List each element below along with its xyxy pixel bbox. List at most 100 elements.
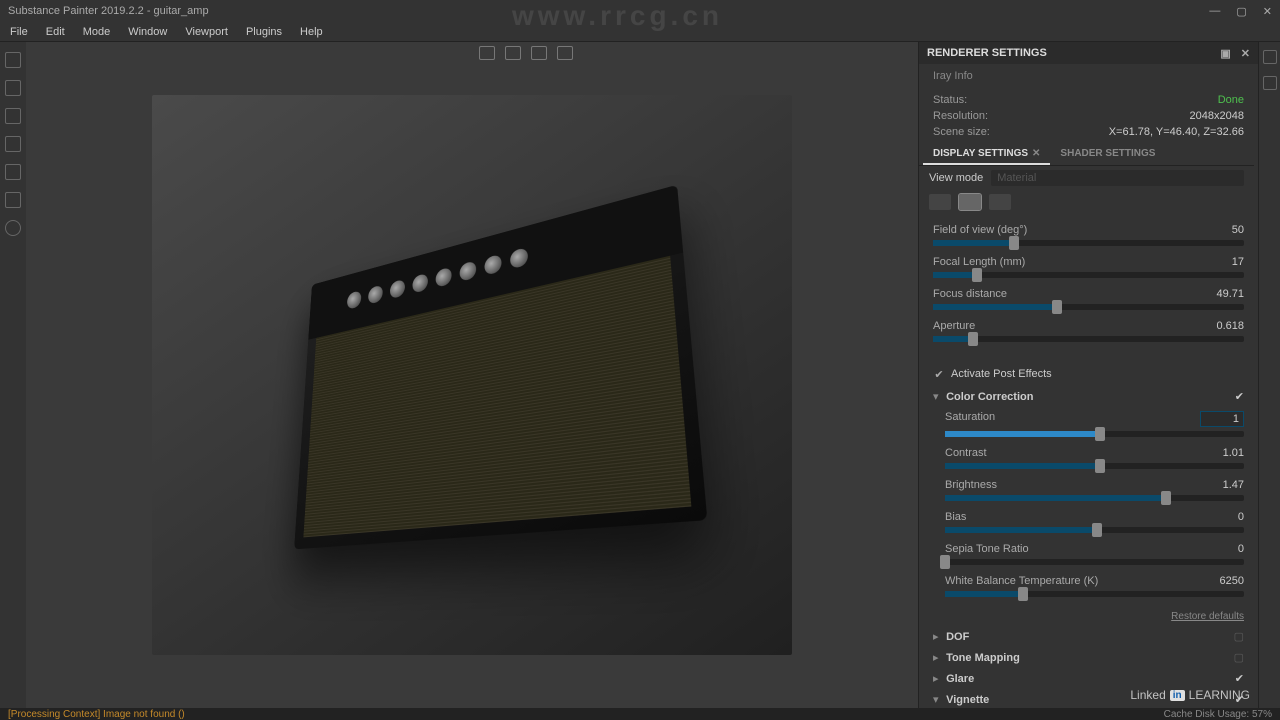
slider-track[interactable] [933,304,1244,310]
slider-track[interactable] [945,527,1244,533]
right-dock-bar [1258,42,1280,708]
slider-saturation: Saturation1 [945,411,1244,437]
tool-icon[interactable] [5,80,21,96]
slider-sepia-tone-ratio: Sepia Tone Ratio 0 [945,543,1244,565]
slider-value[interactable]: 17 [1200,256,1244,268]
menu-file[interactable]: File [6,24,32,40]
slider-value[interactable]: 0 [1200,543,1244,555]
viewport-3d[interactable] [26,42,918,708]
menu-window[interactable]: Window [124,24,171,40]
slider-thumb[interactable] [940,555,950,569]
group-enabled-box[interactable]: ▢ [1234,651,1244,664]
slider-value[interactable]: 1.01 [1200,447,1244,459]
slider-track[interactable] [945,431,1244,437]
window-title: Substance Painter 2019.2.2 - guitar_amp [8,5,209,17]
slider-thumb[interactable] [1009,236,1019,250]
viewport-icon[interactable] [531,46,547,60]
slider-thumb[interactable] [1095,459,1105,473]
tab-shader-settings[interactable]: SHADER SETTINGS [1050,144,1165,165]
group-enabled-check-icon[interactable]: ✔ [1235,390,1244,403]
activate-post-effects-checkbox[interactable]: ✔ Activate Post Effects [933,362,1244,386]
check-icon: ✔ [933,368,945,380]
status-bar: [Processing Context] Image not found () … [0,708,1280,720]
dock-icon[interactable] [1263,50,1277,64]
slider-label: Contrast [945,447,987,459]
tool-icon[interactable] [5,108,21,124]
slider-value[interactable]: 50 [1200,224,1244,236]
viewmode-select[interactable]: Material [991,170,1244,186]
menu-viewport[interactable]: Viewport [181,24,232,40]
group-dof[interactable]: ▸ DOF ▢ [933,626,1244,647]
panel-popup-icon[interactable]: ▣ [1220,47,1230,60]
slider-thumb[interactable] [972,268,982,282]
slider-thumb[interactable] [968,332,978,346]
restore-defaults-button[interactable]: Restore defaults [933,607,1244,626]
slider-thumb[interactable] [1092,523,1102,537]
dock-icon[interactable] [1263,76,1277,90]
tool-icon[interactable] [5,52,21,68]
chevron-down-icon: ▾ [933,390,943,403]
slider-thumb[interactable] [1052,300,1062,314]
slider-brightness: Brightness1.47 [945,479,1244,501]
tool-icon[interactable] [5,220,21,236]
amp-mesh [294,185,707,550]
tool-icon[interactable] [5,164,21,180]
slider-label: Sepia Tone Ratio [945,543,1029,555]
viewmode-label: View mode [929,172,983,184]
chevron-right-icon: ▸ [933,672,943,685]
group-enabled-box[interactable]: ▢ [1234,630,1244,643]
renderer-settings-title: RENDERER SETTINGS [927,47,1047,59]
slider-value[interactable]: 6250 [1200,575,1244,587]
group-tone-mapping[interactable]: ▸ Tone Mapping ▢ [933,647,1244,668]
camera-settings-icon[interactable] [959,194,981,210]
resolution-value: 2048x2048 [1190,110,1244,122]
camera-icon[interactable] [557,46,573,60]
slider-value[interactable]: 1.47 [1200,479,1244,491]
close-button[interactable]: ✕ [1263,5,1272,18]
tab-close-icon[interactable]: ✕ [1032,148,1040,159]
status-warning: [Processing Context] Image not found () [8,709,185,720]
tab-display-settings[interactable]: DISPLAY SETTINGS✕ [923,144,1050,165]
maximize-button[interactable]: ▢ [1236,5,1246,18]
slider-track[interactable] [945,559,1244,565]
slider-value[interactable]: 0.618 [1200,320,1244,332]
group-glare[interactable]: ▸ Glare ✔ [933,668,1244,689]
slider-track[interactable] [945,495,1244,501]
minimize-button[interactable]: — [1209,5,1220,18]
menu-mode[interactable]: Mode [79,24,115,40]
panel-close-icon[interactable]: ✕ [1241,47,1250,60]
slider-value[interactable]: 0 [1200,511,1244,523]
chevron-right-icon: ▸ [933,651,943,664]
slider-value[interactable]: 49.71 [1200,288,1244,300]
menu-edit[interactable]: Edit [42,24,69,40]
viewport-icon[interactable] [479,46,495,60]
slider-track[interactable] [933,272,1244,278]
slider-label: Bias [945,511,966,523]
viewport-icon[interactable] [505,46,521,60]
group-color-correction[interactable]: ▾ Color Correction ✔ [933,386,1244,407]
scenesize-value: X=61.78, Y=46.40, Z=32.66 [1109,126,1244,138]
slider-white-balance-temperature-k-: White Balance Temperature (K)6250 [945,575,1244,597]
menu-help[interactable]: Help [296,24,327,40]
slider-track[interactable] [945,591,1244,597]
slider-track[interactable] [945,463,1244,469]
chevron-down-icon: ▾ [933,693,943,706]
slider-value[interactable]: 1 [1200,411,1244,427]
slider-label: Field of view (deg°) [933,224,1027,236]
status-label: Status: [933,94,967,106]
slider-thumb[interactable] [1018,587,1028,601]
renderer-settings-header: RENDERER SETTINGS ▣ ✕ [919,42,1258,64]
slider-track[interactable] [933,336,1244,342]
slider-track[interactable] [933,240,1244,246]
menu-plugins[interactable]: Plugins [242,24,286,40]
settings-tabs: DISPLAY SETTINGS✕ SHADER SETTINGS [919,144,1254,166]
group-enabled-check-icon[interactable]: ✔ [1235,672,1244,685]
slider-thumb[interactable] [1095,427,1105,441]
tool-icon[interactable] [5,136,21,152]
viewport-mode-icons [479,46,573,60]
scenesize-label: Scene size: [933,126,990,138]
env-image-icon[interactable] [929,194,951,210]
tool-icon[interactable] [5,192,21,208]
postfx-icon[interactable] [989,194,1011,210]
slider-thumb[interactable] [1161,491,1171,505]
